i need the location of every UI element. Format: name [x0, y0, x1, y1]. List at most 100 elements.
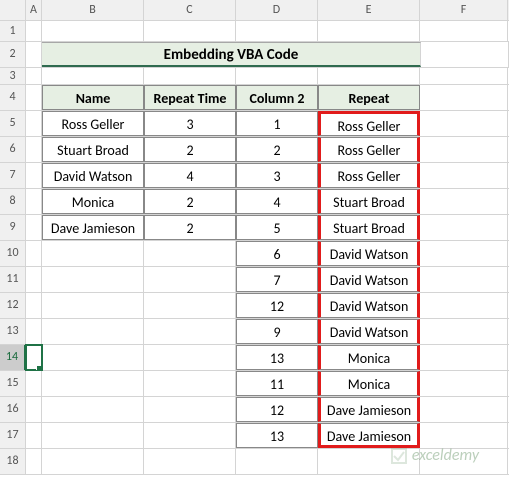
cell-rt[interactable]: 2	[144, 137, 236, 162]
cell-D1[interactable]	[236, 21, 318, 41]
cell-C1[interactable]	[144, 21, 236, 41]
cell-B1[interactable]	[42, 21, 144, 41]
cell-C17[interactable]	[144, 423, 236, 448]
cell-C16[interactable]	[144, 397, 236, 422]
header-repeat[interactable]: Repeat	[318, 85, 420, 110]
cell-col2[interactable]: 4	[236, 189, 318, 214]
col-header-A[interactable]: A	[26, 0, 42, 20]
cell-F16[interactable]	[420, 397, 508, 422]
cell-A13[interactable]	[26, 319, 42, 344]
cell-A17[interactable]	[26, 423, 42, 448]
cell-repeat[interactable]: David Watson	[318, 267, 420, 292]
cell-A2[interactable]	[26, 42, 42, 67]
cell-col2[interactable]: 1	[236, 111, 318, 136]
cell-col2[interactable]: 13	[236, 345, 318, 370]
cell-F2[interactable]	[421, 42, 509, 67]
select-all-corner[interactable]	[0, 0, 26, 20]
cell-B15[interactable]	[42, 371, 144, 396]
cell-A9[interactable]	[26, 215, 42, 240]
cell-C18[interactable]	[144, 449, 236, 474]
cell-E18[interactable]	[318, 449, 420, 474]
cell-F4[interactable]	[420, 85, 508, 110]
cell-repeat[interactable]: Monica	[318, 371, 420, 396]
cell-B10[interactable]	[42, 241, 144, 266]
row-header-12[interactable]: 12	[0, 293, 26, 318]
cell-A4[interactable]	[26, 85, 42, 110]
cell-A12[interactable]	[26, 293, 42, 318]
cell-A10[interactable]	[26, 241, 42, 266]
row-header-9[interactable]: 9	[0, 215, 26, 240]
cell-repeat[interactable]: Dave Jamieson	[318, 423, 420, 448]
cell-repeat[interactable]: Ross Geller	[318, 111, 420, 136]
cell-repeat[interactable]: David Watson	[318, 319, 420, 344]
cell-col2[interactable]: 12	[236, 293, 318, 318]
cell-F9[interactable]	[420, 215, 508, 240]
cell-B12[interactable]	[42, 293, 144, 318]
col-header-D[interactable]: D	[236, 0, 318, 20]
cell-col2[interactable]: 12	[236, 397, 318, 422]
cell-B11[interactable]	[42, 267, 144, 292]
cell-col2[interactable]: 11	[236, 371, 318, 396]
row-header-8[interactable]: 8	[0, 189, 26, 214]
cell-C11[interactable]	[144, 267, 236, 292]
col-header-E[interactable]: E	[318, 0, 420, 20]
cell-name[interactable]: Stuart Broad	[42, 137, 144, 162]
cell-D18[interactable]	[236, 449, 318, 474]
row-header-18[interactable]: 18	[0, 449, 26, 474]
col-header-F[interactable]: F	[420, 0, 508, 20]
row-header-7[interactable]: 7	[0, 163, 26, 188]
cell-B16[interactable]	[42, 397, 144, 422]
cell-repeat[interactable]: Ross Geller	[318, 163, 420, 188]
cell-F11[interactable]	[420, 267, 508, 292]
cell-col2[interactable]: 6	[236, 241, 318, 266]
row-header-17[interactable]: 17	[0, 423, 26, 448]
cell-A7[interactable]	[26, 163, 42, 188]
cell-F18[interactable]	[420, 449, 508, 474]
row-header-5[interactable]: 5	[0, 111, 26, 136]
cell-F17[interactable]	[420, 423, 508, 448]
cell-repeat[interactable]: Ross Geller	[318, 137, 420, 162]
cell-A11[interactable]	[26, 267, 42, 292]
cell-F10[interactable]	[420, 241, 508, 266]
cell-name[interactable]: Ross Geller	[42, 111, 144, 136]
cell-E1[interactable]	[318, 21, 420, 41]
cell-A6[interactable]	[26, 137, 42, 162]
cell-rt[interactable]: 4	[144, 163, 236, 188]
header-name[interactable]: Name	[42, 85, 144, 110]
cell-rt[interactable]: 2	[144, 215, 236, 240]
cell-col2[interactable]: 3	[236, 163, 318, 188]
cell-B13[interactable]	[42, 319, 144, 344]
cell-col2[interactable]: 7	[236, 267, 318, 292]
row-header-11[interactable]: 11	[0, 267, 26, 292]
row-header-2[interactable]: 2	[0, 42, 26, 67]
cell-rt[interactable]: 2	[144, 189, 236, 214]
cell-repeat[interactable]: David Watson	[318, 293, 420, 318]
cell-C3[interactable]	[144, 68, 236, 84]
row-header-15[interactable]: 15	[0, 371, 26, 396]
col-header-B[interactable]: B	[42, 0, 144, 20]
header-col2[interactable]: Column 2	[236, 85, 318, 110]
row-header-4[interactable]: 4	[0, 85, 26, 110]
cell-F3[interactable]	[420, 68, 508, 84]
cell-repeat[interactable]: Stuart Broad	[318, 189, 420, 214]
cell-B14[interactable]	[42, 345, 144, 370]
cell-repeat[interactable]: Dave Jamieson	[318, 397, 420, 422]
cell-col2[interactable]: 13	[236, 423, 318, 448]
row-header-16[interactable]: 16	[0, 397, 26, 422]
row-header-3[interactable]: 3	[0, 68, 26, 84]
cell-A5[interactable]	[26, 111, 42, 136]
cell-repeat[interactable]: Stuart Broad	[318, 215, 420, 240]
cell-A1[interactable]	[26, 21, 42, 41]
cell-B3[interactable]	[42, 68, 144, 84]
cell-C14[interactable]	[144, 345, 236, 370]
cell-F5[interactable]	[420, 111, 508, 136]
cell-F8[interactable]	[420, 189, 508, 214]
cell-repeat[interactable]: David Watson	[318, 241, 420, 266]
title-cell[interactable]: Embedding VBA Code	[42, 42, 421, 67]
cell-A14-selected[interactable]	[26, 345, 42, 370]
cell-rt[interactable]: 3	[144, 111, 236, 136]
row-header-13[interactable]: 13	[0, 319, 26, 344]
header-repeat-time[interactable]: Repeat Time	[144, 85, 236, 110]
row-header-6[interactable]: 6	[0, 137, 26, 162]
cell-C12[interactable]	[144, 293, 236, 318]
